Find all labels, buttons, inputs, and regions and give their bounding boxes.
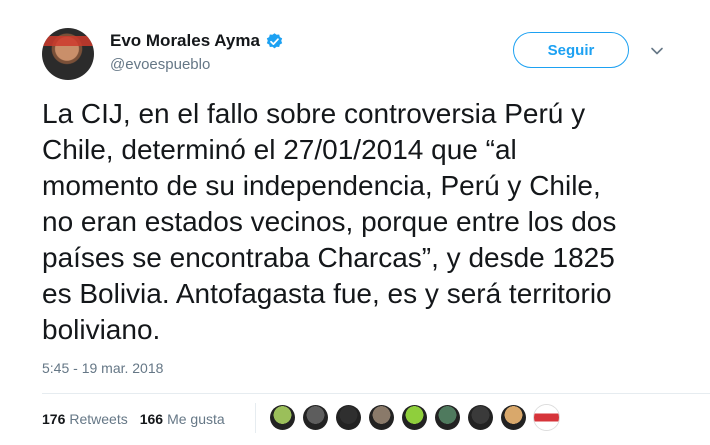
avatar-headband (42, 36, 94, 46)
avatar-photo-icon[interactable] (501, 405, 526, 430)
tweet-text: La CIJ, en el fallo sobre controversia P… (42, 98, 617, 345)
avatar-photo-icon[interactable] (468, 405, 493, 430)
tweet-timestamp[interactable]: 5:45 - 19 mar. 2018 (42, 360, 163, 376)
avatar-photo-icon[interactable] (336, 405, 361, 430)
user-name-row[interactable]: Evo Morales Ayma (110, 30, 284, 52)
verified-badge-icon (266, 32, 283, 48)
retweets-label[interactable]: Retweets (69, 411, 127, 427)
avatar-photo-icon[interactable] (303, 405, 328, 430)
likes-label[interactable]: Me gusta (167, 411, 225, 427)
user-handle[interactable]: @evoespueblo (110, 56, 210, 73)
display-name[interactable]: Evo Morales Ayma (110, 31, 260, 51)
avatar-alien-icon[interactable] (402, 405, 427, 430)
follow-button[interactable]: Seguir (513, 32, 629, 68)
tweet-card: Evo Morales Ayma @evoespueblo Seguir La … (0, 0, 710, 445)
tweet-stats: 176 Retweets 166 Me gusta (42, 408, 237, 430)
stats-separator (255, 403, 256, 433)
avatar-photo-icon[interactable] (369, 405, 394, 430)
likes-count[interactable]: 166 (140, 411, 163, 427)
retweets-count[interactable]: 176 (42, 411, 65, 427)
user-avatar[interactable] (42, 28, 94, 80)
avatar-cartoon-icon[interactable] (270, 405, 295, 430)
divider (42, 393, 710, 394)
avatar-photo-icon[interactable] (435, 405, 460, 430)
chevron-down-icon[interactable] (650, 44, 664, 58)
avatar-flag-icon[interactable] (534, 405, 559, 430)
likers-avatar-list (270, 405, 567, 430)
